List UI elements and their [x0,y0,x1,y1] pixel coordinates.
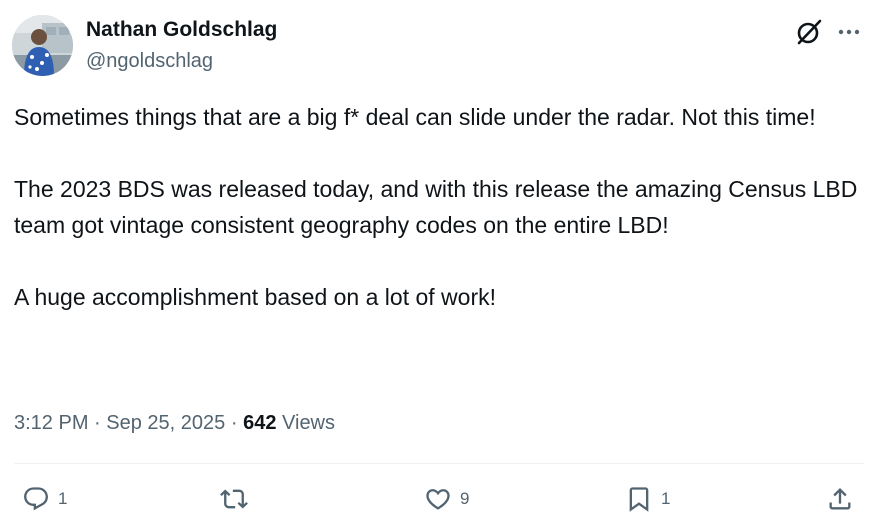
bookmark-button[interactable]: 1 [625,484,670,514]
share-icon [826,485,854,513]
like-count: 9 [460,489,470,508]
tweet-paragraph: The 2023 BDS was released today, and wit… [14,176,858,238]
share-button[interactable] [826,484,854,514]
tweet-date[interactable]: Sep 25, 2025 [106,412,225,434]
tweet-time[interactable]: 3:12 PM [14,412,88,434]
tweet-paragraph: Sometimes things that are a big f* deal … [14,104,816,130]
reply-count: 1 [58,489,68,508]
more-options-icon[interactable] [836,20,862,44]
meta-separator: · [230,412,238,434]
divider [14,463,864,464]
tweet-meta: 3:12 PM · Sep 25, 2025 · 642 Views [14,412,335,435]
tweet-card: Nathan Goldschlag @ngoldschlag Sometimes… [0,0,878,527]
grok-icon[interactable] [795,18,823,46]
reply-icon [22,485,50,513]
bookmark-icon [625,485,653,513]
retweet-icon [220,485,248,513]
author-handle[interactable]: @ngoldschlag [86,50,213,73]
retweet-button[interactable] [220,484,256,514]
like-button[interactable]: 9 [424,484,469,514]
bookmark-count: 1 [661,489,671,508]
views-count: 642 [243,412,277,434]
tweet-text: Sometimes things that are a big f* deal … [14,99,864,315]
meta-separator: · [94,412,101,434]
author-name[interactable]: Nathan Goldschlag [86,18,277,42]
heart-icon [424,485,452,513]
tweet-paragraph: A huge accomplishment based on a lot of … [14,284,497,310]
views-label: Views [282,412,336,434]
reply-button[interactable]: 1 [22,484,67,514]
avatar[interactable] [12,15,73,76]
